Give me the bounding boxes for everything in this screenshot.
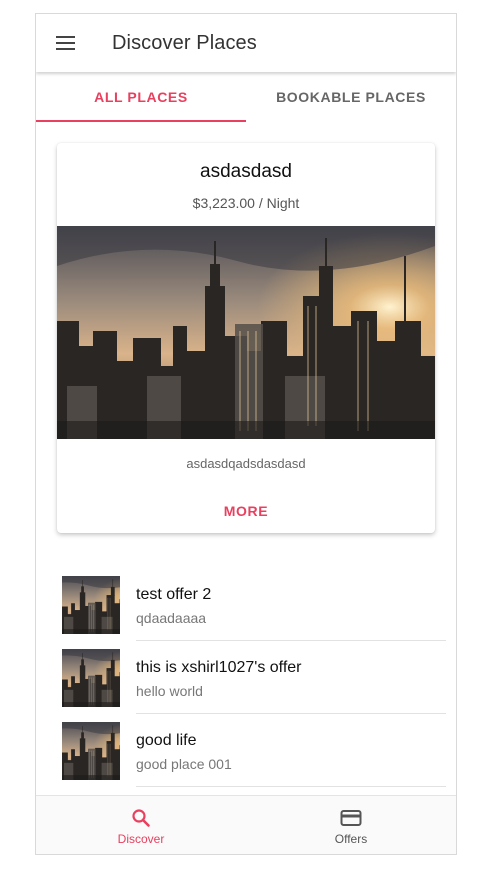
place-subtitle: good place 001 (136, 756, 232, 772)
toolbar: Discover Places (36, 14, 456, 72)
place-title: test offer 2 (136, 586, 212, 603)
card-icon (340, 810, 362, 826)
featured-place-price: $3,223.00 / Night (192, 195, 300, 211)
menu-icon (56, 36, 75, 50)
list-item[interactable]: this is xshirl1027's offer hello world (56, 641, 446, 714)
place-thumbnail (62, 722, 120, 780)
tab-discover[interactable]: Discover (36, 796, 246, 854)
places-list: test offer 2 qdaadaaaa this is xshirl102… (56, 568, 446, 794)
search-icon (132, 809, 150, 827)
tab-label: Offers (334, 832, 368, 846)
menu-button[interactable] (38, 14, 94, 72)
place-subtitle: qdaadaaaa (136, 610, 207, 626)
app-window: Discover Places ALL PLACES BOOKABLE PLAC… (35, 13, 457, 855)
more-button[interactable]: MORE (196, 495, 296, 527)
segment-all-places[interactable]: ALL PLACES (36, 72, 246, 122)
tab-label: Discover (117, 832, 165, 846)
featured-place-title: asdasdasd (200, 161, 292, 182)
page-title: Discover Places (112, 31, 257, 54)
place-subtitle: hello world (136, 683, 203, 699)
place-thumbnail (62, 576, 120, 634)
segment-bookable-places[interactable]: BOOKABLE PLACES (246, 72, 456, 122)
list-item-partial[interactable] (56, 787, 446, 794)
place-thumbnail (62, 649, 120, 707)
content-area: asdasdasd $3,223.00 / Night asdasdqadsda… (36, 122, 456, 794)
tab-bar: Discover Offers (36, 795, 456, 854)
featured-place-image (57, 226, 435, 439)
place-title: this is xshirl1027's offer (136, 659, 302, 676)
place-title: good life (136, 732, 197, 749)
tab-offers[interactable]: Offers (246, 796, 456, 854)
featured-place-description: asdasdqadsdasdasd (186, 456, 306, 471)
featured-place-card: asdasdasd $3,223.00 / Night asdasdqadsda… (57, 143, 435, 533)
list-item[interactable]: good life good place 001 (56, 714, 446, 787)
list-item[interactable]: test offer 2 qdaadaaaa (56, 568, 446, 641)
segment-control: ALL PLACES BOOKABLE PLACES (36, 72, 456, 122)
